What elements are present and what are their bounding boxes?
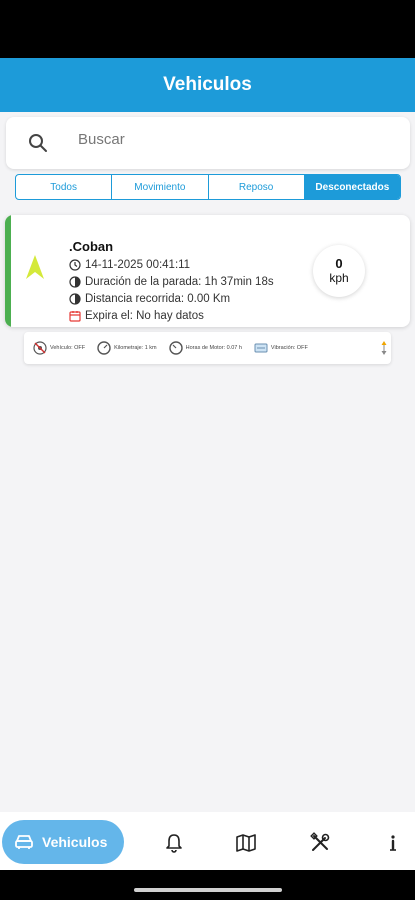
bell-icon[interactable]	[163, 832, 185, 854]
vehicle-card[interactable]: .Coban 14-11-2025 00:41:11 Duración de l…	[5, 215, 410, 327]
tools-icon[interactable]	[309, 832, 331, 854]
status-bar	[0, 0, 415, 58]
map-icon[interactable]	[235, 832, 257, 854]
vibration-icon	[254, 343, 268, 353]
car-icon	[15, 835, 33, 849]
search-input[interactable]	[78, 131, 378, 148]
search-bar[interactable]	[6, 117, 410, 169]
expiry-row: Expira el: No hay datos	[69, 310, 204, 322]
stop-duration-row: Duración de la parada: 1h 37min 18s	[69, 276, 274, 288]
more-sensors-icon[interactable]	[381, 340, 387, 356]
direction-arrow-icon	[26, 255, 44, 279]
odometer-icon	[97, 341, 111, 355]
distance-row: Distancia recorrida: 0.00 Km	[69, 293, 230, 305]
sensor-engine-hours: Horas de Motor: 0.07 h	[168, 341, 242, 355]
distance-text: Distancia recorrida: 0.00 Km	[85, 293, 231, 305]
search-icon	[29, 134, 47, 152]
timestamp-row: 14-11-2025 00:41:11	[69, 259, 190, 271]
status-stripe	[5, 215, 11, 327]
expiry-text: Expira el: No hay datos	[85, 310, 204, 322]
home-indicator[interactable]	[134, 888, 282, 892]
sensor-strip[interactable]: Vehículo: OFF Kilometraje: 1 km Horas de…	[24, 332, 391, 364]
filter-desconectados[interactable]: Desconectados	[304, 175, 400, 199]
sensor-odometer: Kilometraje: 1 km	[97, 341, 157, 355]
stop-duration-icon	[69, 276, 81, 288]
app-bar: Vehiculos	[0, 58, 415, 112]
calendar-icon	[69, 311, 81, 322]
sensor-odometer-label: Kilometraje: 1 km	[114, 345, 157, 351]
status-filter: Todos Movimiento Reposo Desconectados	[15, 174, 401, 200]
speed-value: 0	[335, 256, 343, 271]
filter-todos[interactable]: Todos	[16, 175, 113, 199]
speed-unit: kph	[329, 271, 349, 285]
bottom-nav: Vehiculos	[0, 812, 415, 870]
clock-icon	[69, 259, 81, 271]
sensor-engine-hours-label: Horas de Motor: 0.07 h	[185, 345, 242, 351]
vehicle-name: .Coban	[69, 239, 114, 254]
stop-duration-text: Duración de la parada: 1h 37min 18s	[85, 276, 274, 288]
speed-badge: 0 kph	[313, 245, 365, 297]
info-icon[interactable]	[382, 832, 404, 854]
nav-vehiculos-label: Vehiculos	[42, 834, 108, 850]
sensor-vibration: Vibración: OFF	[254, 341, 308, 355]
engine-icon	[33, 341, 47, 355]
sensor-ignition-label: Vehículo: OFF	[50, 345, 86, 351]
sensor-vibration-label: Vibración: OFF	[270, 345, 308, 351]
nav-vehiculos[interactable]: Vehiculos	[2, 820, 124, 864]
page-title: Vehiculos	[163, 74, 252, 95]
filter-reposo[interactable]: Reposo	[209, 175, 305, 199]
filter-movimiento[interactable]: Movimiento	[112, 175, 209, 199]
distance-icon	[69, 293, 81, 305]
timestamp-text: 14-11-2025 00:41:11	[85, 259, 191, 271]
sensor-ignition: Vehículo: OFF	[33, 341, 85, 355]
system-nav-bar	[0, 870, 415, 900]
engine-hours-icon	[168, 341, 183, 355]
